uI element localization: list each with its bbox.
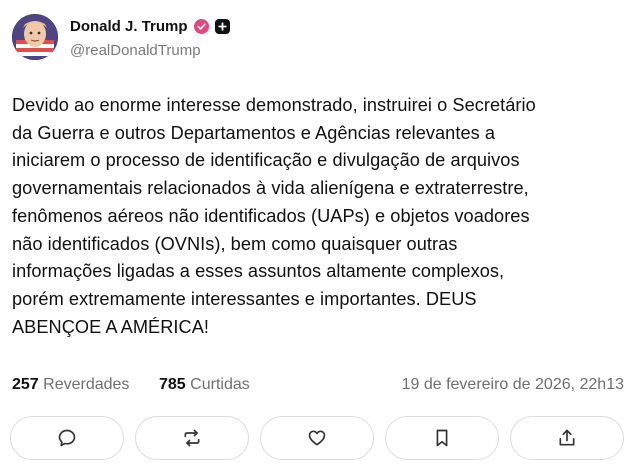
repost-icon bbox=[184, 429, 200, 447]
heart-icon bbox=[308, 430, 326, 446]
action-bar bbox=[10, 416, 626, 462]
bookmark-button[interactable] bbox=[385, 416, 499, 460]
verified-badge-icon bbox=[193, 19, 209, 34]
author-handle[interactable]: @realDonaldTrump bbox=[70, 42, 201, 59]
comment-button[interactable] bbox=[10, 416, 124, 460]
likes-stat[interactable]: 785 Curtidas bbox=[159, 376, 250, 394]
like-button[interactable] bbox=[260, 416, 374, 460]
likes-label: Curtidas bbox=[190, 376, 250, 393]
likes-count: 785 bbox=[159, 376, 186, 393]
reposts-count: 257 bbox=[12, 376, 39, 393]
post-stats: 257 Reverdades 785 Curtidas 19 de fevere… bbox=[12, 376, 624, 398]
reposts-stat[interactable]: 257 Reverdades bbox=[12, 376, 129, 394]
avatar[interactable] bbox=[12, 14, 58, 60]
author-name[interactable]: Donald J. Trump bbox=[70, 18, 188, 35]
plus-badge-icon bbox=[214, 19, 230, 34]
comment-icon bbox=[58, 429, 76, 447]
share-button[interactable] bbox=[510, 416, 624, 460]
post-timestamp: 19 de fevereiro de 2026, 22h13 bbox=[401, 376, 624, 393]
bookmark-icon bbox=[436, 429, 448, 447]
reposts-label: Reverdades bbox=[43, 376, 130, 393]
share-icon bbox=[559, 429, 575, 446]
repost-button[interactable] bbox=[135, 416, 249, 460]
post-header: Donald J. Trump @realDonaldTrump bbox=[12, 14, 622, 64]
post-text: Devido ao enorme interesse demonstrado, … bbox=[12, 95, 536, 337]
